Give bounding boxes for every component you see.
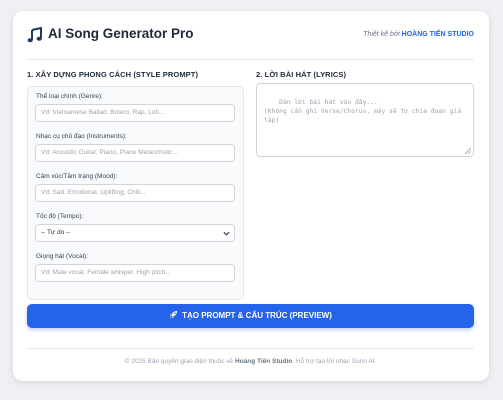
vocal-input[interactable]: Vd: Male vocal, Female whisper, High pit… [35,264,235,282]
footer-prefix: © 2025 Bản quyền giao diện thuộc về [124,358,234,365]
style-prompt-panel: Thể loại chính (Genre): Vd: Vietnamese B… [27,86,244,300]
instruments-label: Nhạc cụ chủ đạo (Instruments): [36,133,127,140]
credit-prefix: Thiết kế bởi [363,31,400,38]
genre-label: Thể loại chính (Genre): [36,93,103,100]
tempo-select[interactable]: -- Tự do -- [35,224,235,242]
app-title: AI Song Generator Pro [48,26,194,41]
resize-grip-icon[interactable] [465,148,471,154]
generate-button-label: TẠO PROMPT & CẤU TRÚC (PREVIEW) [182,311,332,320]
lyrics-placeholder: Dán lời bài hát vào đây... (Không cần gh… [264,99,462,124]
lyrics-textarea[interactable]: Dán lời bài hát vào đây... (Không cần gh… [256,83,474,157]
style-section-title: 1. XÂY DỰNG PHONG CÁCH (STYLE PROMPT) [27,70,199,79]
generate-prompt-button[interactable]: TẠO PROMPT & CẤU TRÚC (PREVIEW) [27,304,474,328]
chevron-down-icon [223,231,230,236]
footer-divider [27,348,474,349]
tempo-selected-value: -- Tự do -- [41,229,71,236]
footer-copyright: © 2025 Bản quyền giao diện thuộc về Hoàn… [27,358,474,365]
footer-owner: Hoàng Tiến Studio [234,358,293,365]
genre-input[interactable]: Vd: Vietnamese Ballad, Bolero, Rap, Lofi… [35,104,235,122]
music-notes-icon [27,27,42,43]
app-header: AI Song Generator Pro Thiết kế bởi HOÀNG… [27,25,474,60]
rocket-icon [169,310,178,319]
tempo-label: Tốc độ (Tempo): [36,213,84,220]
vocal-label: Giọng hát (Vocal): [36,253,89,260]
instruments-input[interactable]: Vd: Acoustic Guitar, Piano, Piano Melanc… [35,144,235,162]
designer-credit: Thiết kế bởi HOÀNG TIẾN STUDIO [363,31,474,38]
lyrics-section-title: 2. LỜI BÀI HÁT (LYRICS) [256,70,347,79]
footer-suffix: . Hỗ trợ tạo lời nhạc Suno AI. [292,358,377,365]
credit-studio-name: HOÀNG TIẾN STUDIO [401,31,474,38]
mood-input[interactable]: Vd: Sad, Emotional, Uplifting, Chill... [35,184,235,202]
app-card: AI Song Generator Pro Thiết kế bởi HOÀNG… [13,11,489,381]
mood-label: Cảm xúc/Tâm trạng (Mood): [36,173,118,180]
